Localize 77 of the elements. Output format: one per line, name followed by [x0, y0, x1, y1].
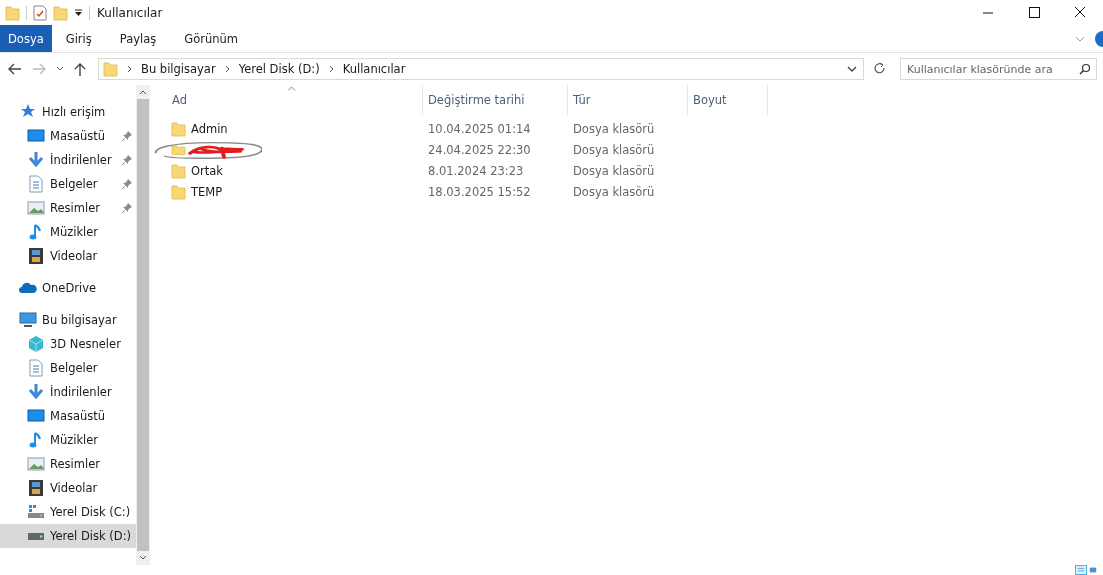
document-icon	[27, 359, 45, 377]
chevron-right-icon	[224, 65, 230, 73]
sidebar-item[interactable]: Müzikler	[0, 428, 136, 452]
sidebar-item[interactable]: Bu bilgisayar	[0, 308, 136, 332]
drive-icon	[27, 503, 45, 521]
search-field[interactable]: Kullanıcılar klasöründe ara	[900, 58, 1097, 80]
date-cell-text: 24.04.2025 22:30	[427, 142, 532, 157]
address-bar[interactable]: Bu bilgisayar Yerel Disk (D:) Kullanıcılar	[98, 58, 864, 80]
sidebar-item[interactable]: Müzikler	[0, 220, 136, 244]
ribbon-tab[interactable]: Görünüm	[170, 25, 253, 52]
sidebar-item[interactable]: İndirilenler	[0, 148, 136, 172]
sidebar-item[interactable]: Videolar	[0, 476, 136, 500]
column-header[interactable]: Boyut	[688, 85, 768, 115]
picture-icon	[27, 455, 45, 473]
sidebar-item[interactable]: 3D Nesneler	[0, 332, 136, 356]
sidebar-item[interactable]: Yerel Disk (C:)	[0, 500, 136, 524]
desktop-icon	[27, 127, 45, 145]
folder-icon	[171, 183, 187, 200]
type-cell-text: Dosya klasörü	[572, 142, 656, 157]
back-arrow-icon[interactable]	[8, 63, 22, 75]
chevron-right-icon	[127, 65, 132, 73]
chevron-right-icon	[328, 65, 334, 73]
type-cell-text: Dosya klasörü	[572, 121, 656, 136]
download-arrow-icon	[27, 383, 45, 401]
help-icon[interactable]	[1095, 30, 1103, 47]
desktop-icon	[27, 407, 45, 425]
sidebar-item[interactable]: Resimler	[0, 452, 136, 476]
type-cell-text: Dosya klasörü	[572, 184, 656, 199]
breadcrumb-item[interactable]: Yerel Disk (D:)	[238, 62, 320, 76]
file-name[interactable]: Ortak	[191, 163, 223, 178]
refresh-icon[interactable]	[874, 62, 886, 76]
tiles-view-icon[interactable]	[1087, 565, 1099, 575]
monitor-icon	[19, 311, 37, 329]
file-name[interactable]: Admin	[191, 121, 228, 136]
column-header[interactable]: Tür	[568, 85, 688, 115]
column-header[interactable]: Değiştirme tarihi	[423, 85, 568, 115]
sidebar-item[interactable]: Resimler	[0, 196, 136, 220]
film-icon	[27, 479, 45, 497]
sidebar-item[interactable]: İndirilenler	[0, 380, 136, 404]
dropdown-icon[interactable]	[74, 7, 83, 18]
column-header[interactable]: Ad	[167, 85, 423, 115]
scroll-down-icon	[139, 555, 147, 561]
chevron-down-icon[interactable]	[847, 65, 857, 73]
ribbon-tab[interactable]: Paylaş	[105, 25, 171, 52]
breadcrumb-item[interactable]: Bu bilgisayar	[141, 62, 216, 76]
date-cell-text: 10.04.2025 01:14	[427, 121, 532, 136]
file-name[interactable]: TEMP	[191, 184, 223, 199]
folder-icon	[103, 61, 118, 77]
cube-icon	[27, 335, 45, 353]
up-arrow-icon[interactable]	[74, 62, 86, 76]
checklist-icon[interactable]	[33, 4, 47, 21]
breadcrumb-item[interactable]: Kullanıcılar	[342, 62, 406, 76]
film-icon	[27, 247, 45, 265]
window-title: Kullanıcılar	[97, 5, 163, 20]
sidebar-item[interactable]: Hızlı erişim	[0, 100, 136, 124]
picture-icon	[27, 199, 45, 217]
ribbon-tab[interactable]: Dosya	[0, 25, 52, 52]
forward-arrow-icon	[32, 63, 46, 75]
sidebar-item[interactable]: Masaüstü	[0, 404, 136, 428]
sidebar-item[interactable]: Yerel Disk (D:)	[0, 524, 136, 548]
download-arrow-icon	[27, 151, 45, 169]
scroll-up-icon	[139, 89, 147, 95]
sidebar-item[interactable]: Belgeler	[0, 172, 136, 196]
folder-icon	[171, 162, 187, 179]
type-cell-text: Dosya klasörü	[572, 163, 656, 178]
sidebar-item[interactable]: Masaüstü	[0, 124, 136, 148]
chevron-down-icon[interactable]	[56, 66, 64, 72]
sidebar-item[interactable]: Videolar	[0, 244, 136, 268]
date-cell-text: 8.01.2024 23:23	[427, 163, 525, 178]
date-cell-text: 18.03.2025 15:52	[427, 184, 532, 199]
sidebar-item[interactable]: OneDrive	[0, 276, 136, 300]
ribbon-tab[interactable]: Giriş	[51, 25, 106, 52]
folder-icon	[171, 120, 187, 137]
sidebar-item[interactable]: Belgeler	[0, 356, 136, 380]
document-icon	[27, 175, 45, 193]
sort-up-icon	[287, 86, 296, 91]
search-icon	[1079, 63, 1091, 75]
